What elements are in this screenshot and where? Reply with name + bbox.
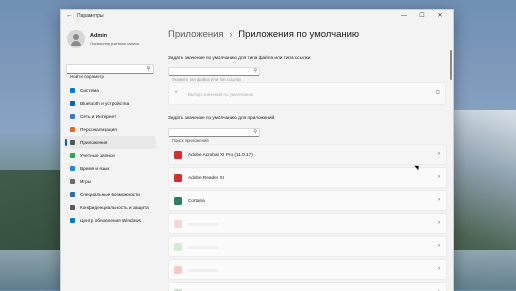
person-icon bbox=[70, 153, 75, 158]
app-icon bbox=[174, 243, 182, 251]
sidebar-item[interactable]: Система bbox=[64, 84, 156, 97]
close-button[interactable]: ✕ bbox=[431, 11, 449, 21]
sidebar-item-label: Bluetooth и устройства bbox=[80, 101, 130, 106]
chevron-right-icon: › bbox=[438, 266, 440, 272]
chevron-right-icon: › bbox=[438, 151, 440, 157]
app-icon bbox=[174, 266, 182, 274]
app-name: Cortana bbox=[188, 198, 205, 203]
reader-icon bbox=[174, 174, 182, 182]
brush-icon bbox=[70, 127, 75, 132]
scrollbar[interactable] bbox=[450, 50, 452, 80]
title-bar: ← Параметры — ☐ ✕ bbox=[61, 10, 453, 24]
avatar-body-icon bbox=[71, 41, 81, 46]
app-list-item[interactable]: › bbox=[168, 236, 447, 257]
app-list-item[interactable]: Adobe Acrobat XI Pro (11.0.17) › bbox=[168, 144, 447, 165]
user-name: Admin bbox=[90, 33, 108, 39]
app-name bbox=[188, 223, 218, 226]
globe-clock-icon bbox=[70, 166, 75, 171]
search-icon[interactable]: ⚲ bbox=[146, 66, 150, 72]
page-title: Приложения по умолчанию bbox=[238, 29, 360, 40]
chevron-right-icon: › bbox=[438, 174, 440, 180]
sidebar-item[interactable]: Конфиденциальность и защита bbox=[64, 201, 156, 214]
acrobat-icon bbox=[174, 151, 182, 159]
avatar-head-icon bbox=[73, 34, 79, 40]
app-name bbox=[188, 269, 218, 272]
bluetooth-icon bbox=[70, 101, 75, 106]
app-list-item[interactable]: › bbox=[168, 259, 447, 280]
apps-section-label: Задать значение по умолчанию для приложе… bbox=[168, 115, 275, 120]
main-content: Приложения › Приложения по умолчанию Задат… bbox=[167, 24, 449, 291]
accessibility-icon bbox=[70, 192, 75, 197]
chevron-right-icon: › bbox=[438, 243, 440, 249]
file-type-search-box[interactable]: ⚲ bbox=[168, 67, 260, 83]
sidebar-item-label: Время и язык bbox=[80, 166, 110, 171]
cortana-icon bbox=[174, 197, 182, 205]
sidebar-item[interactable]: Персонализация bbox=[64, 123, 156, 136]
app-list-item[interactable]: › bbox=[168, 213, 447, 234]
sidebar-item[interactable]: Сеть и Интернет bbox=[64, 110, 156, 123]
sidebar-item-label: Система bbox=[80, 88, 99, 93]
sidebar-item-label: Учетные записи bbox=[80, 153, 115, 158]
external-link-icon: ⧉ bbox=[435, 90, 440, 96]
apps-search-box[interactable]: ⚲ bbox=[168, 128, 260, 144]
sidebar-item-label: Специальные возможности bbox=[80, 192, 140, 197]
avatar bbox=[67, 30, 85, 48]
monitor-icon bbox=[70, 88, 75, 93]
choose-default-card[interactable]: + Выбор значения по умолчанию ⧉ bbox=[168, 82, 446, 105]
app-list: Adobe Acrobat XI Pro (11.0.17) › Adobe Rea… bbox=[168, 144, 447, 291]
wifi-icon bbox=[70, 114, 75, 119]
file-type-section-label: Задать значение по умолчанию для типа фа… bbox=[168, 55, 311, 60]
back-arrow-icon[interactable]: ← bbox=[66, 12, 73, 19]
sidebar-item[interactable]: Специальные возможности bbox=[64, 188, 156, 201]
app-list-item[interactable]: Adobe Reader XI › bbox=[168, 167, 447, 188]
sidebar-search-box[interactable]: ⚲ bbox=[66, 64, 154, 81]
app-name: Adobe Reader XI bbox=[188, 175, 224, 180]
chevron-right-icon: › bbox=[438, 197, 440, 203]
search-icon[interactable]: ⚲ bbox=[253, 129, 257, 135]
sidebar-item-label: Персонализация bbox=[80, 127, 117, 132]
window-controls: — ☐ ✕ bbox=[395, 11, 449, 21]
search-icon[interactable]: ⚲ bbox=[253, 68, 257, 74]
sidebar-item-label: Конфиденциальность и защита bbox=[80, 205, 149, 210]
chevron-right-icon: › bbox=[438, 220, 440, 226]
shield-icon bbox=[70, 205, 75, 210]
apps-icon bbox=[70, 140, 75, 145]
breadcrumb: Приложения › Приложения по умолчанию bbox=[168, 29, 359, 40]
window-title: Параметры bbox=[77, 13, 104, 19]
plus-icon: + bbox=[174, 89, 179, 96]
choose-default-label: Выбор значения по умолчанию bbox=[188, 92, 254, 97]
sidebar-item-label: Приложения bbox=[80, 140, 108, 145]
sidebar-nav: Система Bluetooth и устройства Сеть и Инте… bbox=[64, 84, 156, 227]
app-name bbox=[188, 246, 218, 249]
sidebar-item-label: Центр обновления Windows bbox=[80, 218, 141, 223]
sidebar-item[interactable]: Bluetooth и устройства bbox=[64, 97, 156, 110]
sidebar-item[interactable]: Игры bbox=[64, 175, 156, 188]
app-list-item[interactable]: Cortana › bbox=[168, 190, 447, 211]
sidebar-item[interactable]: Приложения bbox=[64, 136, 156, 149]
settings-window: ← Параметры — ☐ ✕ Admin Локальная учетна… bbox=[60, 9, 454, 291]
sidebar-item[interactable]: Учетные записи bbox=[64, 149, 156, 162]
minimize-button[interactable]: — bbox=[395, 11, 413, 21]
maximize-button[interactable]: ☐ bbox=[413, 11, 431, 21]
sidebar-item[interactable]: Центр обновления Windows bbox=[64, 214, 156, 227]
gamepad-icon bbox=[70, 179, 75, 184]
breadcrumb-parent[interactable]: Приложения bbox=[168, 29, 224, 40]
app-name: Adobe Acrobat XI Pro (11.0.17) bbox=[188, 152, 253, 157]
update-icon bbox=[70, 218, 75, 223]
app-icon bbox=[174, 220, 182, 228]
sidebar-item-label: Игры bbox=[80, 179, 92, 184]
apps-search-input[interactable] bbox=[169, 137, 248, 144]
breadcrumb-separator: › bbox=[229, 30, 233, 39]
sidebar-item-label: Сеть и Интернет bbox=[80, 114, 117, 119]
sidebar: Admin Локальная учетная запись ⚲ Система… bbox=[61, 24, 159, 291]
user-account-type: Локальная учетная запись bbox=[90, 41, 140, 46]
sidebar-item[interactable]: Время и язык bbox=[64, 162, 156, 175]
sidebar-search-input[interactable] bbox=[67, 72, 140, 81]
